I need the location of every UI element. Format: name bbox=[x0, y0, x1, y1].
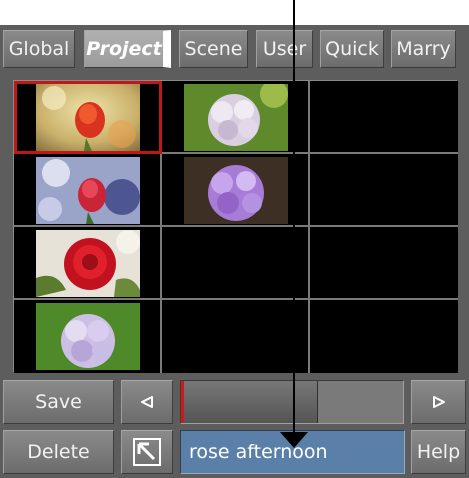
grid-cell[interactable] bbox=[162, 300, 310, 373]
left-arrow-icon bbox=[141, 396, 153, 408]
preset-scroll-slider[interactable] bbox=[180, 380, 404, 424]
tab-scene[interactable]: Scene bbox=[179, 30, 248, 68]
tab-quick[interactable]: Quick bbox=[320, 30, 384, 68]
import-button[interactable] bbox=[121, 430, 173, 474]
grid-cell[interactable] bbox=[14, 227, 162, 300]
annotation-pointer-line bbox=[293, 0, 295, 436]
grid-cell[interactable] bbox=[14, 300, 162, 373]
save-button[interactable]: Save bbox=[3, 380, 114, 424]
tab-global[interactable]: Global bbox=[3, 30, 75, 68]
help-button[interactable]: Help bbox=[411, 430, 466, 474]
tab-marry[interactable]: Marry bbox=[391, 30, 456, 68]
delete-button[interactable]: Delete bbox=[3, 430, 114, 474]
annotation-arrowhead-icon bbox=[280, 432, 308, 448]
grid-cell[interactable] bbox=[310, 227, 458, 300]
grid-cell[interactable] bbox=[310, 154, 458, 227]
thumbnail-red-rose-closeup bbox=[36, 230, 140, 297]
next-button[interactable] bbox=[411, 380, 466, 424]
grid-cell[interactable] bbox=[162, 227, 310, 300]
grid-cell[interactable] bbox=[310, 300, 458, 373]
thumbnail-red-rose-blue-bokeh bbox=[36, 157, 140, 224]
grid-cell[interactable] bbox=[14, 154, 162, 227]
grid-cell[interactable] bbox=[162, 154, 310, 227]
thumbnail-red-rose-bokeh bbox=[36, 84, 140, 151]
thumbnail-white-hydrangea bbox=[184, 84, 288, 151]
thumbnail-purple-hydrangea bbox=[184, 157, 288, 224]
right-arrow-icon bbox=[432, 396, 445, 408]
grid-cell[interactable] bbox=[14, 81, 162, 154]
arrow-up-left-icon bbox=[133, 438, 161, 466]
tab-user[interactable]: User bbox=[256, 30, 313, 68]
thumbnail-lilac-hydrangea bbox=[36, 303, 140, 370]
slider-handle[interactable] bbox=[181, 381, 319, 423]
preset-thumbnail-grid bbox=[13, 80, 458, 373]
prev-button[interactable] bbox=[121, 380, 173, 424]
tab-project[interactable]: Project bbox=[84, 30, 171, 68]
grid-cell[interactable] bbox=[162, 81, 310, 154]
grid-cell[interactable] bbox=[310, 81, 458, 154]
